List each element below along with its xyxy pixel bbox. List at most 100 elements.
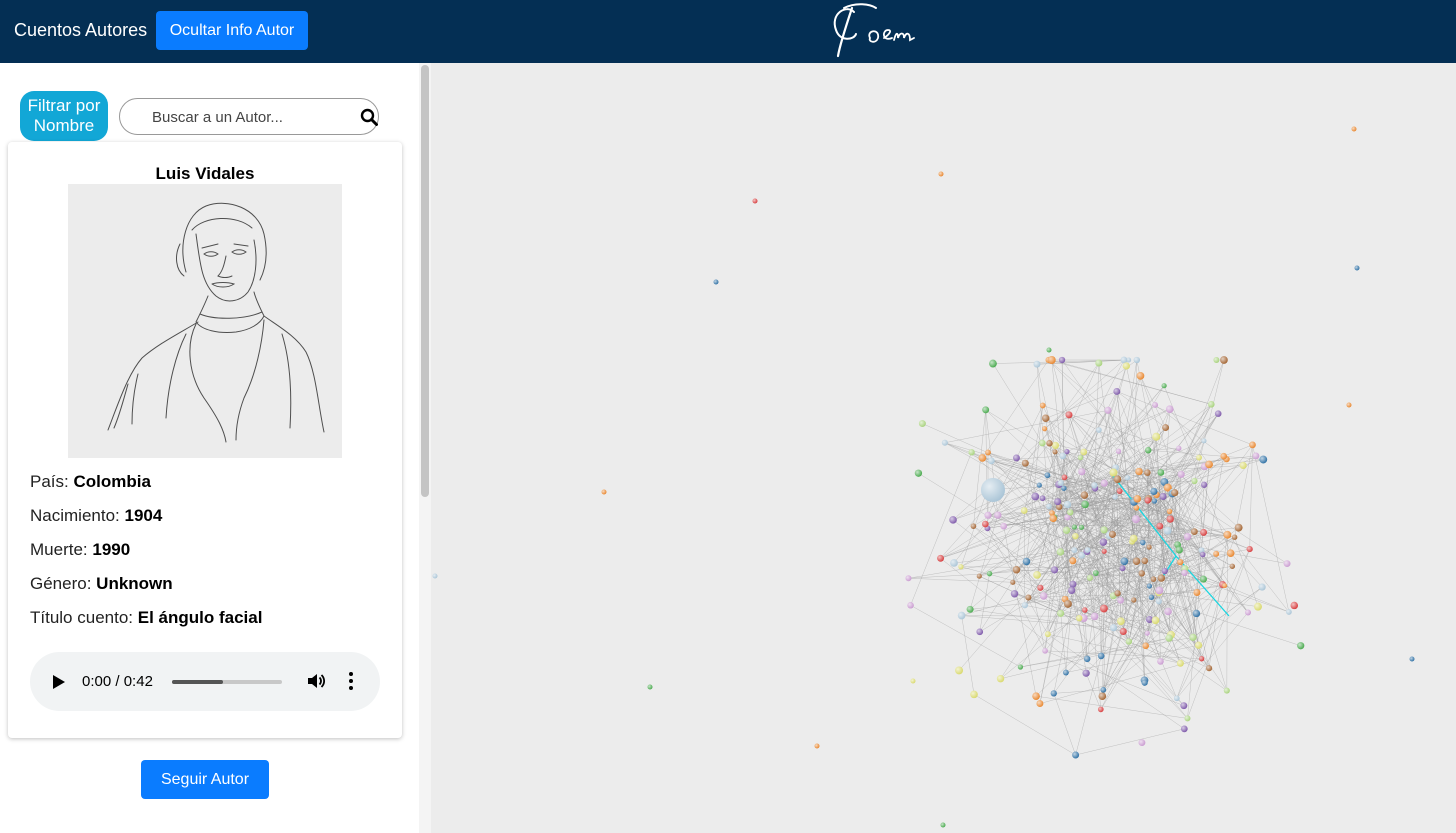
author-node-highlight [1135, 467, 1143, 476]
graph-link [1198, 586, 1263, 646]
author-search-input[interactable] [152, 106, 352, 128]
author-node-highlight [1199, 575, 1207, 583]
filter-by-name-button[interactable]: Filtrar por Nombre [20, 91, 108, 141]
author-node-highlight [1022, 557, 1031, 566]
author-node-highlight [950, 559, 958, 567]
author-node-highlight [1177, 470, 1185, 478]
author-node-highlight [1021, 602, 1028, 609]
author-node-highlight [1161, 383, 1167, 389]
author-node-highlight [1166, 515, 1174, 523]
author-node-highlight [986, 570, 993, 577]
author-node-highlight [647, 684, 653, 690]
gender-row: Género: Unknown [30, 574, 173, 593]
author-node-highlight [1245, 609, 1251, 616]
play-icon[interactable] [52, 674, 66, 690]
author-node-highlight [1012, 566, 1021, 574]
author-node-highlight [1096, 427, 1102, 433]
author-node-highlight [1032, 692, 1040, 700]
author-node-highlight [1190, 528, 1198, 536]
author-node-highlight [1155, 598, 1162, 605]
sidebar-scroll-thumb[interactable] [421, 65, 429, 497]
author-node-highlight [1192, 609, 1201, 618]
author-info-card: Luis Vidales País: Colombia Nacimiento: … [8, 142, 402, 738]
author-node-highlight [1205, 460, 1213, 469]
author-node-highlight [1166, 508, 1173, 515]
graph-link [1234, 444, 1253, 538]
hide-author-info-button[interactable]: Ocultar Info Autor [156, 11, 308, 50]
author-node-highlight [1175, 546, 1183, 554]
author-node-highlight [1061, 485, 1067, 491]
author-node-highlight [1071, 524, 1077, 530]
author-network-graph[interactable] [431, 65, 1456, 833]
graph-link [1249, 444, 1253, 550]
author-node-highlight [1151, 498, 1158, 504]
author-node-highlight [1069, 580, 1077, 588]
author-node-highlight [1124, 475, 1131, 481]
search-icon[interactable] [360, 108, 378, 126]
author-node-highlight [1113, 475, 1122, 484]
author-node-highlight [994, 511, 1002, 519]
author-node-highlight [1046, 439, 1053, 447]
author-node-highlight [1072, 751, 1080, 759]
author-node-highlight [1068, 586, 1076, 595]
author-node-highlight [1165, 634, 1173, 642]
author-node-highlight [1144, 469, 1151, 476]
author-node-highlight [1180, 702, 1188, 710]
author-node-highlight [814, 743, 820, 749]
author-node-highlight [1138, 570, 1145, 577]
author-node-highlight [981, 478, 1005, 502]
author-node-highlight [1119, 628, 1127, 636]
author-node-highlight [1223, 530, 1232, 539]
graph-link [908, 578, 1013, 583]
author-node-highlight [1286, 609, 1292, 615]
author-node-highlight [1081, 500, 1089, 509]
graph-nodes[interactable] [432, 126, 1415, 828]
author-node-highlight [1194, 641, 1203, 649]
author-node-highlight [1200, 528, 1208, 536]
author-node-highlight [1146, 544, 1152, 550]
author-node-highlight [1033, 571, 1041, 579]
author-node-highlight [1039, 439, 1046, 447]
author-node-highlight [1104, 406, 1112, 414]
author-node-highlight [1115, 448, 1122, 454]
author-node-highlight [1183, 533, 1192, 541]
author-node-highlight [1177, 559, 1184, 566]
author-node-highlight [1031, 492, 1040, 501]
graph-link [961, 615, 1095, 617]
follow-author-button[interactable]: Seguir Autor [141, 760, 269, 799]
author-node-highlight [1354, 265, 1360, 271]
search-box[interactable] [119, 98, 379, 135]
author-node-highlight [1020, 507, 1028, 514]
author-node-highlight [1062, 669, 1069, 676]
author-node-highlight [938, 171, 944, 177]
author-node-highlight [1290, 601, 1299, 610]
author-node-highlight [968, 449, 975, 456]
coem-logo[interactable] [826, 0, 936, 60]
author-node-highlight [1409, 656, 1415, 662]
audio-timeline[interactable] [172, 680, 282, 684]
author-node-highlight [1234, 523, 1243, 532]
author-node-highlight [1067, 509, 1074, 516]
author-node-highlight [1116, 488, 1123, 494]
graph-link [973, 694, 1076, 756]
author-node-highlight [1254, 602, 1262, 611]
author-node-highlight [1117, 597, 1124, 604]
app-title[interactable]: Cuentos Autores [14, 20, 147, 41]
author-node-highlight [1062, 526, 1071, 534]
author-node-highlight [1113, 388, 1121, 395]
volume-icon[interactable] [306, 671, 326, 691]
author-node-highlight [1131, 515, 1140, 524]
author-node-highlight [1100, 526, 1108, 534]
country-row: País: Colombia [30, 472, 151, 491]
death-row: Muerte: 1990 [30, 540, 131, 559]
author-node-highlight [1156, 522, 1164, 530]
author-node-highlight [1069, 557, 1077, 565]
author-node-highlight [1046, 347, 1052, 353]
more-options-icon[interactable] [348, 671, 354, 691]
author-node-highlight [1078, 468, 1086, 476]
author-node-highlight [1090, 612, 1099, 621]
graph-link [969, 515, 999, 610]
author-node-highlight [1176, 659, 1184, 667]
author-node-highlight [970, 690, 978, 699]
author-node-highlight [976, 628, 984, 636]
